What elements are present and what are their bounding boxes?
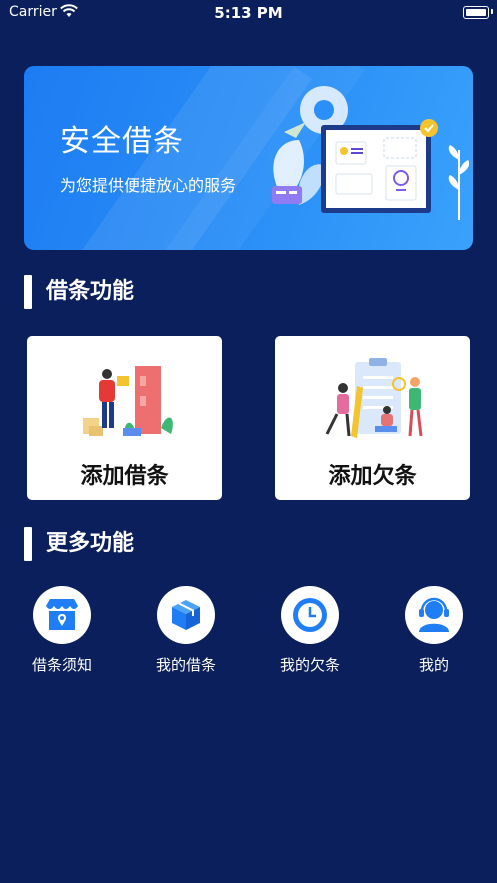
delivery-person-illustration bbox=[83, 366, 173, 436]
laptop-illustration bbox=[272, 86, 469, 220]
my-debt-notes-item[interactable]: 我的欠条 bbox=[255, 586, 365, 675]
iou-notice-label: 借条须知 bbox=[31, 656, 92, 674]
section-features-title: 借条功能 bbox=[46, 279, 135, 304]
my-debt-notes-label: 我的欠条 bbox=[279, 656, 340, 674]
hero-banner[interactable]: 安全借条 为您提供便捷放心的服务 bbox=[24, 66, 473, 250]
add-iou-label: 添加借条 bbox=[80, 464, 169, 489]
my-profile-label: 我的 bbox=[418, 656, 449, 674]
add-debt-note-label: 添加欠条 bbox=[328, 464, 417, 489]
section-features: 借条功能 bbox=[24, 275, 134, 309]
box-icon bbox=[172, 600, 200, 630]
my-ious-item[interactable]: 我的借条 bbox=[131, 586, 241, 675]
storefront-icon bbox=[46, 599, 78, 630]
add-iou-card[interactable]: 添加借条 bbox=[27, 336, 222, 500]
headset-user-icon bbox=[419, 597, 449, 632]
section-more-title: 更多功能 bbox=[46, 531, 135, 556]
iou-notice-item[interactable]: 借条须知 bbox=[7, 586, 117, 675]
banner-subtitle: 为您提供便捷放心的服务 bbox=[60, 176, 237, 195]
section-more: 更多功能 bbox=[24, 527, 134, 561]
my-profile-item[interactable]: 我的 bbox=[379, 586, 489, 675]
banner-title: 安全借条 bbox=[60, 124, 184, 159]
add-debt-note-card[interactable]: 添加欠条 bbox=[275, 336, 470, 500]
clock-icon bbox=[293, 598, 327, 632]
clipboard-team-illustration bbox=[325, 358, 423, 438]
battery-icon bbox=[463, 6, 489, 19]
clock-time: 5:13 PM bbox=[214, 4, 283, 22]
status-bar: Carrier 5:13 PM bbox=[0, 0, 497, 26]
my-ious-label: 我的借条 bbox=[155, 656, 216, 674]
